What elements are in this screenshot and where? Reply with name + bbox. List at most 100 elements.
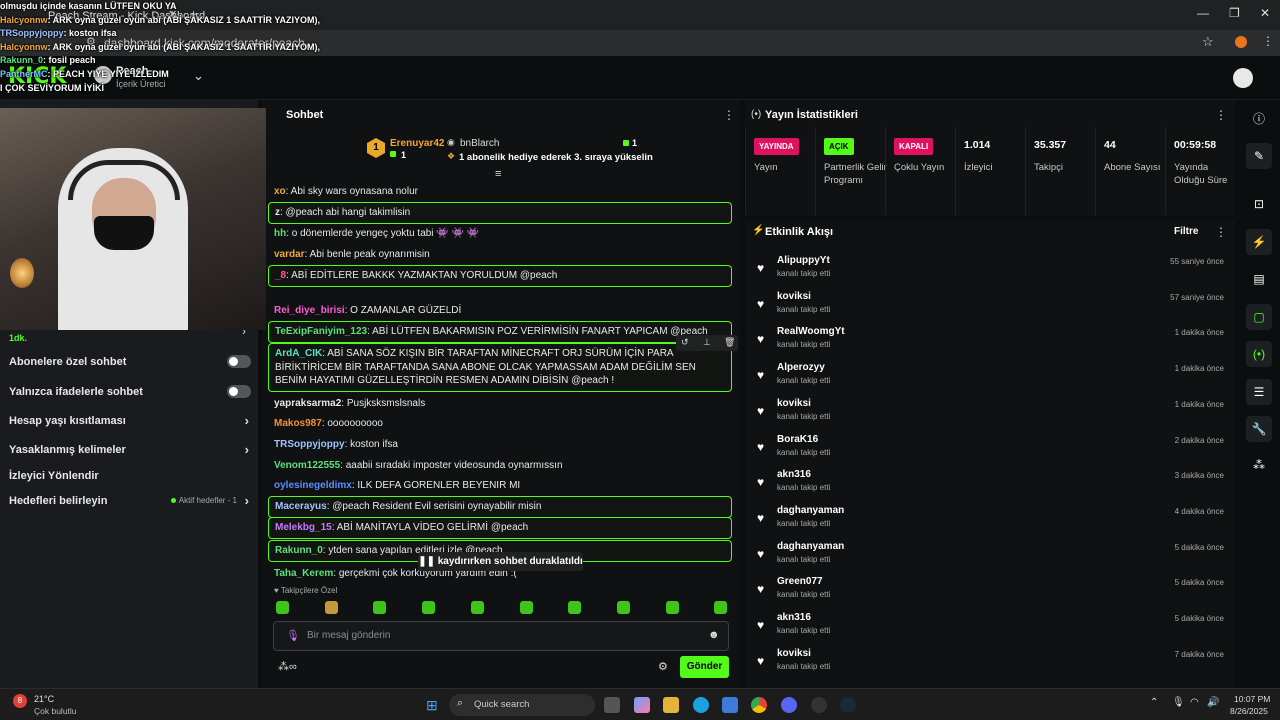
emote-icon[interactable] — [470, 601, 484, 614]
chat-message[interactable]: Makos987: oooooooooo — [268, 414, 732, 434]
activity-bolt-rail-icon[interactable]: ⚡ — [1246, 229, 1272, 255]
discord-icon[interactable] — [781, 697, 797, 713]
layout-icon[interactable]: ⊡ — [1246, 191, 1272, 217]
chat-menu-icon[interactable]: ⋮ — [723, 108, 735, 122]
chat-setting-row[interactable]: Hesap yaşı kısıtlaması › — [9, 413, 251, 428]
chat-username[interactable]: Macerayus — [275, 501, 327, 512]
maximize-icon[interactable]: ❐ — [1229, 6, 1240, 20]
activity-event[interactable]: ♥ daghanyaman kanalı takip etti 4 dakika ön… — [755, 505, 1225, 537]
pin-icon[interactable]: ⊥ — [703, 337, 711, 348]
chat-message[interactable]: Venom122555: aaabii sıradaki imposter vi… — [268, 456, 732, 476]
event-username[interactable]: BoraK16 — [777, 434, 818, 445]
user-avatar[interactable] — [1233, 68, 1253, 88]
leader-name[interactable]: Erenuyar42 — [390, 138, 444, 149]
chat-setting-row[interactable]: Yasaklanmış kelimeler › — [9, 442, 251, 457]
leader-name[interactable]: bnBlarch — [460, 138, 499, 149]
reply-icon[interactable]: ↺ — [681, 337, 689, 348]
chat-username[interactable]: Rei_diye_birisi — [274, 305, 345, 316]
toggle-switch[interactable] — [227, 355, 251, 368]
edit-icon[interactable]: ✎ — [1246, 143, 1272, 169]
chrome-icon[interactable] — [751, 697, 767, 713]
chat-input-placeholder[interactable]: Bir mesaj gönderin — [307, 630, 390, 641]
more-tools-icon[interactable]: ⁂ — [1246, 452, 1272, 478]
document-icon[interactable]: ▤ — [1246, 266, 1272, 292]
chat-tools-icon[interactable]: ⁂∞ — [278, 660, 297, 673]
activity-event[interactable]: ♥ Green077 kanalı takip etti 5 dakika önce — [755, 576, 1225, 608]
chat-message[interactable]: TeExipFaniyim_123: ABİ LÜTFEN BAKARMISIN… — [268, 321, 732, 343]
activity-event[interactable]: ♥ akn316 kanalı takip etti 3 dakika önce — [755, 469, 1225, 501]
chat-message[interactable]: Melekbg_15: ABİ MANİTAYLA VİDEO GELİRMİ … — [268, 517, 732, 539]
activity-event[interactable]: ♥ akn316 kanalı takip etti 5 dakika önce — [755, 612, 1225, 644]
activity-event[interactable]: ♥ koviksi kanalı takip etti 57 saniye önce — [755, 291, 1225, 323]
activity-event[interactable]: ♥ koviksi kanalı takip etti 7 dakika önce — [755, 648, 1225, 680]
broadcast-rail-icon[interactable]: (•) — [1246, 341, 1272, 367]
file-explorer-icon[interactable] — [663, 697, 679, 713]
weather-text[interactable]: Çok bulutlu — [34, 706, 77, 716]
weather-temp[interactable]: 21°C — [34, 694, 54, 704]
info-icon[interactable]: ⓘ — [1246, 106, 1272, 132]
copilot-icon[interactable] — [634, 697, 650, 713]
start-icon[interactable]: ⊞ — [426, 697, 438, 714]
chat-message[interactable]: z: @peach abi hangi takimlisin — [268, 202, 732, 224]
emote-icon[interactable] — [616, 601, 630, 614]
activity-event[interactable]: ♥ AlipuppyYt kanalı takip etti 55 saniye ön… — [755, 255, 1225, 287]
chat-message[interactable]: _8: ABİ EDİTLERE BAKKK YAZMAKTAN YORULDU… — [268, 265, 732, 287]
chat-username[interactable]: TeExipFaniyim_123 — [275, 326, 367, 337]
activity-event[interactable]: ♥ RealWoomgYt kanalı takip etti 1 dakika ön… — [755, 326, 1225, 358]
chevron-right-icon[interactable]: › — [245, 442, 249, 457]
chat-setting-row[interactable]: Abonelere özel sohbet — [9, 355, 251, 368]
chat-message[interactable]: TRSoppyjoppy: koston ifsa — [268, 435, 732, 455]
chat-setting-row[interactable]: İzleyici Yönlendir — [9, 470, 251, 482]
chat-username[interactable]: Rakunn_0 — [275, 545, 323, 556]
extension-icon[interactable] — [1235, 36, 1247, 48]
event-username[interactable]: akn316 — [777, 469, 811, 480]
event-username[interactable]: akn316 — [777, 612, 811, 623]
chat-message[interactable]: oylesinegeldimx: ILK DEFA GORENLER BEYEN… — [268, 476, 732, 496]
emote-icon[interactable] — [665, 601, 679, 614]
event-username[interactable]: Alperozyy — [777, 362, 825, 373]
expand-leaderboard-icon[interactable]: ≡ — [495, 168, 501, 180]
mic-tray-icon[interactable]: 🎙 — [1172, 697, 1185, 708]
chat-setting-row[interactable]: Hedefleri belirleyin Aktif hedefler - 1 › — [9, 493, 251, 508]
chat-paused-banner[interactable]: ❚❚ kaydırırken sohbet duraklatıldı — [418, 552, 583, 571]
chat-username[interactable]: oylesinegeldimx — [274, 480, 352, 491]
chevron-right-icon[interactable]: › — [245, 413, 249, 428]
chat-message[interactable]: hh: o dönemlerde yengeç yoktu tabi 👾 👾 👾 — [268, 224, 732, 244]
emoji-picker-icon[interactable]: ☻ — [708, 629, 720, 641]
event-username[interactable]: daghanyaman — [777, 505, 844, 516]
event-username[interactable]: koviksi — [777, 648, 811, 659]
clock-time[interactable]: 10:07 PM — [1234, 694, 1270, 704]
toggle-switch[interactable] — [227, 385, 251, 398]
chat-setting-row[interactable]: Yalnızca ifadelerle sohbet — [9, 385, 251, 398]
wifi-icon[interactable]: ◠ — [1190, 697, 1199, 708]
stats-menu-icon[interactable]: ⋮ — [1215, 108, 1227, 122]
chat-username[interactable]: ArdA_CIK — [275, 348, 322, 359]
taskbar-search[interactable]: ⌕ Quick search — [449, 694, 595, 716]
clock-date[interactable]: 8/26/2025 — [1230, 706, 1268, 716]
event-username[interactable]: koviksi — [777, 398, 811, 409]
activity-menu-icon[interactable]: ⋮ — [1215, 225, 1227, 239]
wrench-icon[interactable]: 🔧 — [1246, 416, 1272, 442]
mod-tools-icon[interactable]: ☰ — [1246, 379, 1272, 405]
event-username[interactable]: Green077 — [777, 576, 823, 587]
chat-message[interactable]: ArdA_CIK: ABİ SANA SÖZ KIŞIN BİR TARAFTA… — [268, 343, 732, 392]
activity-event[interactable]: ♥ BoraK16 kanalı takip etti 2 dakika önce — [755, 434, 1225, 466]
store-icon[interactable] — [722, 697, 738, 713]
activity-event[interactable]: ♥ koviksi kanalı takip etti 1 dakika önce — [755, 398, 1225, 430]
microphone-icon[interactable]: 🎙 — [286, 629, 300, 642]
emote-icon[interactable] — [714, 601, 728, 614]
edge-icon[interactable] — [693, 697, 709, 713]
close-window-icon[interactable]: ✕ — [1260, 6, 1270, 20]
emote-icon[interactable] — [568, 601, 582, 614]
delete-icon[interactable]: 🗑 — [724, 337, 735, 348]
browser-menu-icon[interactable]: ⋮ — [1262, 34, 1274, 48]
event-username[interactable]: RealWoomgYt — [777, 326, 845, 337]
chat-username[interactable]: hh — [274, 228, 286, 239]
chat-username[interactable]: yapraksarma2 — [274, 398, 341, 409]
event-username[interactable]: AlipuppyYt — [777, 255, 830, 266]
filter-button[interactable]: Filtre — [1174, 226, 1198, 237]
send-button[interactable]: Gönder — [680, 656, 729, 678]
bookmark-star-icon[interactable]: ☆ — [1202, 34, 1214, 50]
chat-username[interactable]: TRSoppyjoppy — [274, 439, 345, 450]
app-icon[interactable] — [811, 697, 827, 713]
